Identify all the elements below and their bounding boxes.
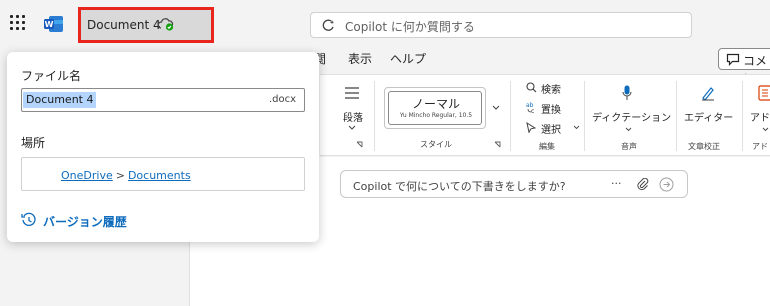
word-logo-icon[interactable]: W [44, 15, 64, 33]
location-label: 場所 [21, 136, 46, 150]
replace-label: 置換 [541, 105, 561, 116]
filename-label: ファイル名 [21, 69, 82, 83]
chevron-down-icon [348, 125, 356, 130]
paragraph-label: 段落 [343, 113, 363, 124]
dialog-launcher-icon[interactable] [356, 141, 363, 148]
copilot-search-icon [322, 19, 335, 31]
style-group-label: スタイル [420, 140, 452, 149]
chevron-down-icon [573, 125, 580, 130]
editing-group-label: 編集 [539, 142, 555, 151]
file-info-flyout: ファイル名 Document 4 .docx 場所 OneDrive > Docum… [7, 52, 319, 242]
search-placeholder: Copilot に何か質問する [345, 20, 475, 34]
addins-group-label: アド [752, 142, 768, 151]
breadcrumb-documents[interactable]: Documents [128, 169, 191, 182]
ribbon: 段落 ノーマル Yu Mincho Regular, 10.5 スタイル 検索 … [320, 74, 770, 156]
select-cursor-icon [526, 122, 536, 133]
svg-text:c: c [531, 108, 534, 114]
addins-icon [758, 85, 770, 101]
filename-input[interactable]: Document 4 .docx [21, 88, 305, 112]
editing-group: 検索 ab c 置換 選択 編集 [516, 75, 580, 157]
location-breadcrumb: OneDrive > Documents [61, 168, 191, 182]
comment-icon [726, 53, 740, 66]
app-launcher-icon[interactable] [10, 15, 26, 31]
send-icon[interactable] [659, 177, 674, 192]
document-title-button[interactable]: Document 4 [78, 7, 214, 43]
style-font: Yu Mincho Regular, 10.5 [399, 112, 473, 119]
location-box: OneDrive > Documents [21, 157, 305, 191]
menu-help[interactable]: ヘルプ [390, 50, 426, 67]
copilot-prompt: Copilot で何についての下書きをしますか? [353, 180, 566, 193]
filename-value: Document 4 [23, 92, 97, 108]
attach-icon[interactable] [637, 178, 649, 192]
copilot-search-box[interactable]: Copilot に何か質問する [310, 12, 692, 38]
style-name: ノーマル [411, 97, 460, 111]
history-icon [21, 212, 36, 226]
copilot-draft-box[interactable]: Copilot で何についての下書きをしますか? ··· [340, 170, 688, 198]
dictation-label: ディクテーション [592, 113, 672, 124]
comments-button[interactable]: コメン [718, 48, 770, 85]
cloud-synced-icon [157, 18, 174, 31]
find-label: 検索 [541, 85, 561, 96]
dictation-button[interactable]: ディクテーション 音声 [588, 75, 672, 157]
editor-label: エディター [684, 113, 734, 124]
styles-expand-icon[interactable] [492, 105, 500, 110]
style-gallery[interactable]: ノーマル Yu Mincho Regular, 10.5 [384, 87, 486, 129]
document-title: Document 4 [87, 18, 161, 32]
voice-group-label: 音声 [621, 142, 637, 151]
menu-view[interactable]: 表示 [348, 50, 372, 67]
version-history-label: バージョン履歴 [43, 215, 127, 229]
paragraph-icon [345, 87, 359, 99]
replace-icon: abc [526, 102, 534, 114]
styles-dialog-launcher-icon[interactable] [494, 141, 501, 148]
file-extension: .docx [268, 94, 296, 105]
svg-text:W: W [45, 20, 54, 29]
breadcrumb-onedrive[interactable]: OneDrive [61, 169, 113, 182]
breadcrumb-separator: > [115, 169, 125, 182]
paragraph-group[interactable]: 段落 [334, 75, 374, 157]
editor-pen-icon [702, 87, 714, 101]
find-icon [526, 82, 537, 93]
addins-button[interactable]: アド アド [746, 75, 770, 157]
style-normal[interactable]: ノーマル Yu Mincho Regular, 10.5 [388, 91, 482, 125]
addins-label: アド [750, 113, 770, 124]
microphone-icon [622, 85, 632, 100]
select-label: 選択 [541, 125, 561, 136]
editor-button[interactable]: エディター 文章校正 [680, 75, 738, 157]
more-options-icon[interactable]: ··· [611, 177, 622, 190]
chevron-down-icon [625, 127, 632, 132]
title-bar: W Document 4 Copilot に何か質問する [0, 0, 770, 48]
chevron-down-icon [762, 127, 769, 132]
proofing-group-label: 文章校正 [688, 142, 720, 151]
